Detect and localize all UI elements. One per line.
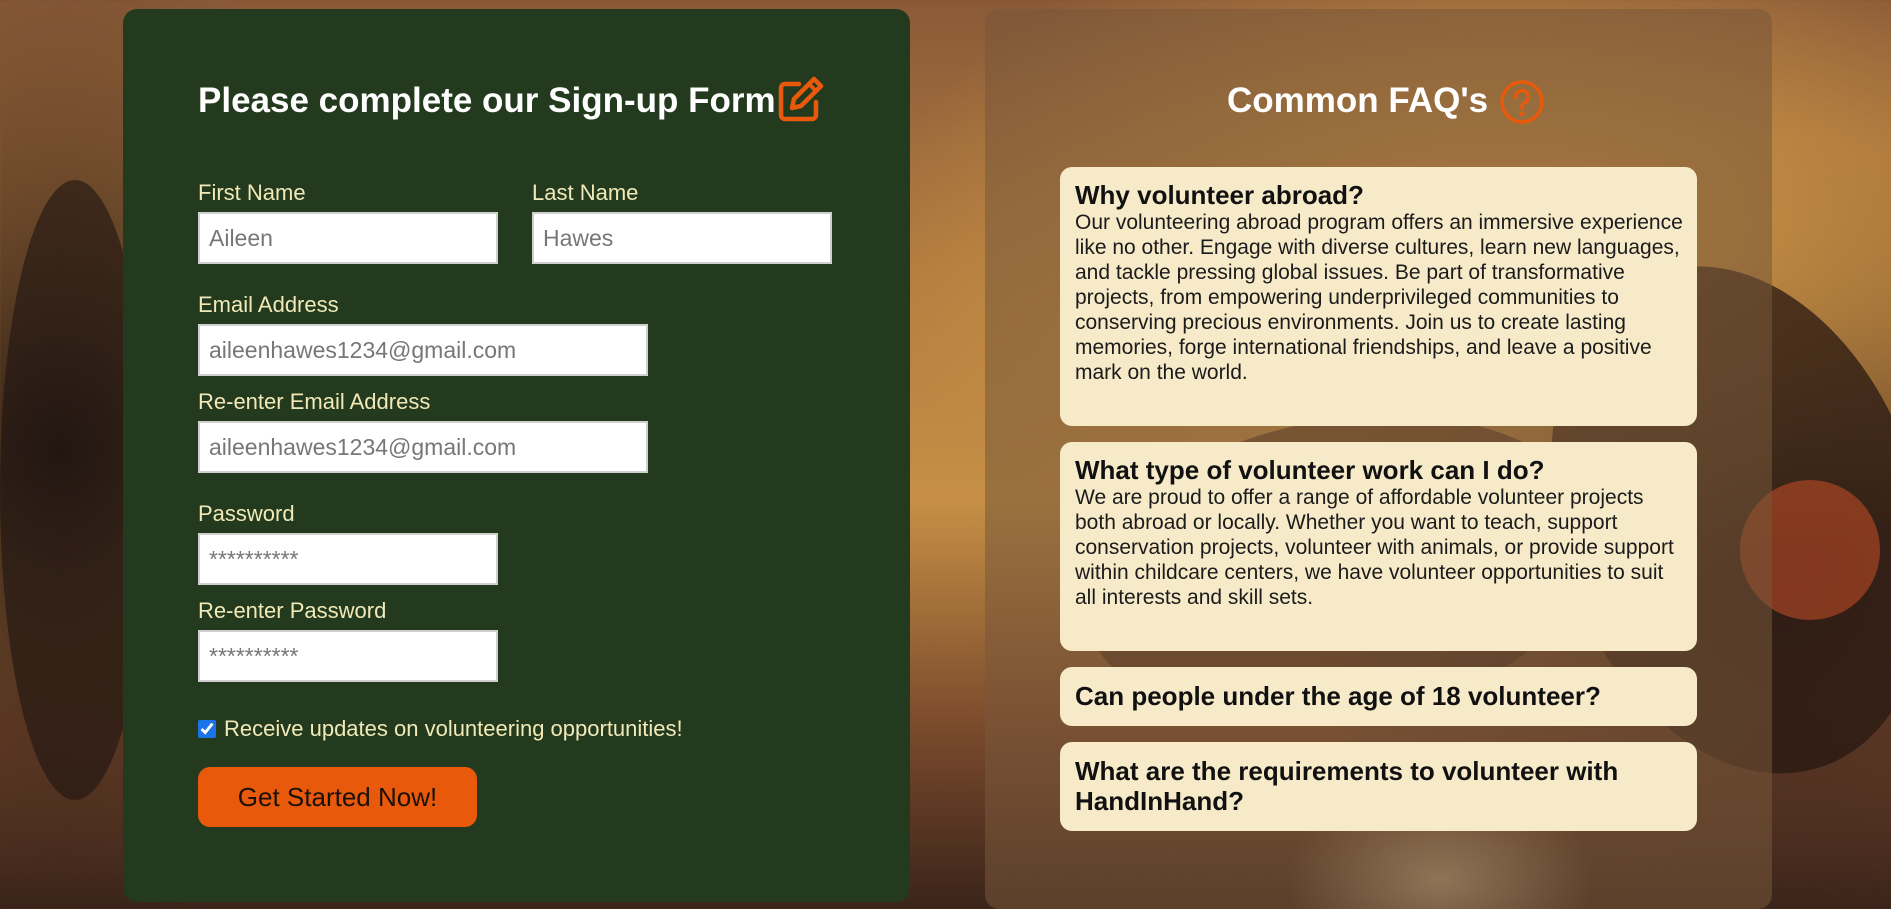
faq-item[interactable]: Why volunteer abroad? Our volunteering a…: [1060, 167, 1697, 426]
get-started-button[interactable]: Get Started Now!: [198, 767, 477, 827]
password-confirm-input[interactable]: [198, 630, 498, 682]
signup-form-title: Please complete our Sign-up Form: [198, 81, 776, 120]
email-label: Email Address: [198, 292, 339, 317]
faq-question: What are the requirements to volunteer w…: [1075, 756, 1619, 816]
signup-form-panel: Please complete our Sign-up Form First N…: [123, 9, 910, 902]
password-label: Password: [198, 501, 295, 526]
email-confirm-input[interactable]: [198, 421, 648, 473]
email-confirm-label: Re-enter Email Address: [198, 389, 431, 414]
faq-panel: Common FAQ's Why volunteer abroad? Our v…: [985, 9, 1772, 909]
faq-title: Common FAQ's: [1227, 81, 1489, 120]
faq-item[interactable]: What are the requirements to volunteer w…: [1060, 742, 1697, 831]
edit-icon: [778, 76, 824, 122]
updates-checkbox-row: Receive updates on volunteering opportun…: [198, 716, 683, 742]
faq-item[interactable]: Can people under the age of 18 volunteer…: [1060, 667, 1697, 726]
question-circle-icon: [1500, 80, 1544, 124]
updates-checkbox[interactable]: [198, 720, 216, 738]
first-name-input[interactable]: [198, 212, 498, 264]
password-input[interactable]: [198, 533, 498, 585]
updates-checkbox-label[interactable]: Receive updates on volunteering opportun…: [224, 716, 683, 742]
last-name-input[interactable]: [532, 212, 832, 264]
faq-answer: Our volunteering abroad program offers a…: [1075, 211, 1683, 384]
faq-answer: We are proud to offer a range of afforda…: [1075, 486, 1674, 609]
email-input[interactable]: [198, 324, 648, 376]
last-name-label: Last Name: [532, 180, 639, 205]
faq-item[interactable]: What type of volunteer work can I do? We…: [1060, 442, 1697, 651]
first-name-label: First Name: [198, 180, 306, 205]
password-confirm-label: Re-enter Password: [198, 598, 387, 623]
faq-question: What type of volunteer work can I do?: [1075, 455, 1545, 485]
faq-question: Why volunteer abroad?: [1075, 180, 1364, 210]
faq-question: Can people under the age of 18 volunteer…: [1075, 681, 1601, 711]
